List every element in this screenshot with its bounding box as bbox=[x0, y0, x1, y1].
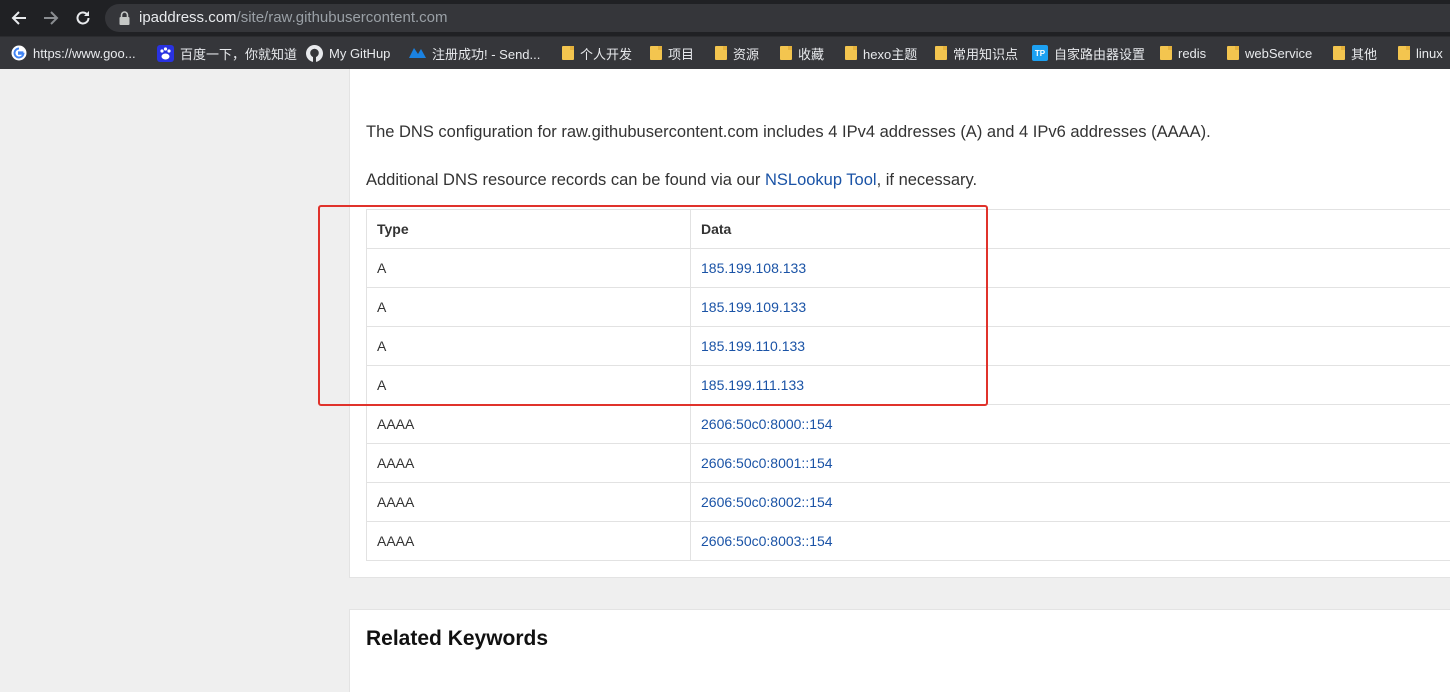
bookmark-label: 注册成功! - Send... bbox=[432, 44, 540, 63]
browser-toolbar: ipaddress.com/site/raw.githubusercontent… bbox=[0, 0, 1450, 36]
bookmark-label: webService bbox=[1245, 46, 1312, 61]
bookmark-label: redis bbox=[1178, 46, 1206, 61]
address-bar[interactable]: ipaddress.com/site/raw.githubusercontent… bbox=[105, 4, 1450, 32]
baidu-icon bbox=[157, 45, 174, 62]
bookmark-label: https://www.goo... bbox=[33, 46, 136, 61]
folder-icon bbox=[1398, 46, 1410, 60]
back-button[interactable] bbox=[6, 5, 32, 31]
folder-icon bbox=[845, 46, 857, 60]
record-type: A bbox=[367, 249, 691, 288]
folder-icon bbox=[1333, 46, 1345, 60]
record-type: AAAA bbox=[367, 405, 691, 444]
google-icon bbox=[11, 45, 27, 61]
bookmark-folder-personal-dev[interactable]: 个人开发 bbox=[562, 37, 632, 69]
url-domain: ipaddress.com bbox=[139, 9, 237, 26]
bookmark-folder-webservice[interactable]: webService bbox=[1227, 37, 1312, 69]
bookmark-folder-linux[interactable]: linux bbox=[1398, 37, 1443, 69]
nslookup-suffix: , if necessary. bbox=[877, 171, 978, 189]
record-data-link[interactable]: 185.199.108.133 bbox=[691, 249, 1450, 288]
table-row: A 185.199.110.133 bbox=[367, 327, 1450, 366]
bookmark-label: 收藏 bbox=[798, 44, 824, 63]
bookmark-folder-projects[interactable]: 项目 bbox=[650, 37, 694, 69]
nslookup-note: Additional DNS resource records can be f… bbox=[366, 171, 977, 190]
nslookup-tool-link[interactable]: NSLookup Tool bbox=[765, 171, 877, 189]
bookmark-folder-favorites[interactable]: 收藏 bbox=[780, 37, 824, 69]
record-type: AAAA bbox=[367, 483, 691, 522]
bookmark-label: 百度一下，你就知道 bbox=[180, 44, 297, 63]
bookmark-folder-resources[interactable]: 资源 bbox=[715, 37, 759, 69]
column-header-type: Type bbox=[367, 210, 691, 249]
bookmark-label: My GitHup bbox=[329, 46, 390, 61]
bookmark-folder-knowledge[interactable]: 常用知识点 bbox=[935, 37, 1018, 69]
dns-intro-text: The DNS configuration for raw.githubuser… bbox=[366, 123, 1211, 142]
bookmarks-bar: https://www.goo... 百度一下，你就知道 My GitHup 注… bbox=[0, 36, 1450, 69]
arrow-left-icon bbox=[10, 9, 28, 27]
column-header-data: Data bbox=[691, 210, 1450, 249]
record-type: AAAA bbox=[367, 444, 691, 483]
bookmark-baidu[interactable]: 百度一下，你就知道 bbox=[157, 37, 297, 69]
record-data-link[interactable]: 185.199.111.133 bbox=[691, 366, 1450, 405]
table-row: AAAA 2606:50c0:8003::154 bbox=[367, 522, 1450, 561]
bookmark-label: 常用知识点 bbox=[953, 44, 1018, 63]
bookmark-label: 个人开发 bbox=[580, 44, 632, 63]
bookmark-label: 资源 bbox=[733, 44, 759, 63]
record-data-link[interactable]: 185.199.110.133 bbox=[691, 327, 1450, 366]
nslookup-prefix: Additional DNS resource records can be f… bbox=[366, 171, 765, 189]
arrow-right-icon bbox=[42, 9, 60, 27]
bookmark-label: linux bbox=[1416, 46, 1443, 61]
record-data-link[interactable]: 185.199.109.133 bbox=[691, 288, 1450, 327]
bookmark-github[interactable]: My GitHup bbox=[306, 37, 390, 69]
record-data-link[interactable]: 2606:50c0:8001::154 bbox=[691, 444, 1450, 483]
record-type: AAAA bbox=[367, 522, 691, 561]
record-type: A bbox=[367, 288, 691, 327]
record-data-link[interactable]: 2606:50c0:8002::154 bbox=[691, 483, 1450, 522]
forward-button[interactable] bbox=[38, 5, 64, 31]
reload-icon bbox=[74, 9, 92, 27]
folder-icon bbox=[650, 46, 662, 60]
reload-button[interactable] bbox=[70, 5, 96, 31]
record-type: A bbox=[367, 366, 691, 405]
table-row: AAAA 2606:50c0:8002::154 bbox=[367, 483, 1450, 522]
table-row: A 185.199.108.133 bbox=[367, 249, 1450, 288]
folder-icon bbox=[562, 46, 574, 60]
folder-icon bbox=[1160, 46, 1172, 60]
bookmark-folder-other[interactable]: 其他 bbox=[1333, 37, 1377, 69]
table-header-row: Type Data bbox=[367, 210, 1450, 249]
bookmark-google[interactable]: https://www.goo... bbox=[11, 37, 136, 69]
url-text: ipaddress.com/site/raw.githubusercontent… bbox=[139, 9, 448, 26]
bookmark-label: 其他 bbox=[1351, 44, 1377, 63]
github-icon bbox=[306, 45, 323, 62]
table-row: AAAA 2606:50c0:8001::154 bbox=[367, 444, 1450, 483]
record-type: A bbox=[367, 327, 691, 366]
table-row: AAAA 2606:50c0:8000::154 bbox=[367, 405, 1450, 444]
lock-icon bbox=[119, 11, 130, 25]
table-row: A 185.199.111.133 bbox=[367, 366, 1450, 405]
bookmark-router-settings[interactable]: TP 自家路由器设置 bbox=[1032, 37, 1145, 69]
bookmark-folder-hexo[interactable]: hexo主题 bbox=[845, 37, 917, 69]
folder-icon bbox=[715, 46, 727, 60]
record-data-link[interactable]: 2606:50c0:8000::154 bbox=[691, 405, 1450, 444]
folder-icon bbox=[935, 46, 947, 60]
url-path: /site/raw.githubusercontent.com bbox=[237, 9, 448, 26]
sendgrid-icon bbox=[409, 46, 426, 60]
bookmark-label: 项目 bbox=[668, 44, 694, 63]
table-row: A 185.199.109.133 bbox=[367, 288, 1450, 327]
bookmark-folder-redis[interactable]: redis bbox=[1160, 37, 1206, 69]
folder-icon bbox=[1227, 46, 1239, 60]
bookmark-label: 自家路由器设置 bbox=[1054, 44, 1145, 63]
tplink-icon: TP bbox=[1032, 45, 1048, 61]
record-data-link[interactable]: 2606:50c0:8003::154 bbox=[691, 522, 1450, 561]
related-keywords-heading: Related Keywords bbox=[366, 627, 548, 651]
bookmark-sendgrid[interactable]: 注册成功! - Send... bbox=[409, 37, 540, 69]
folder-icon bbox=[780, 46, 792, 60]
dns-records-table: Type Data A 185.199.108.133 A 185.199.10… bbox=[366, 209, 1450, 561]
bookmark-label: hexo主题 bbox=[863, 44, 917, 63]
